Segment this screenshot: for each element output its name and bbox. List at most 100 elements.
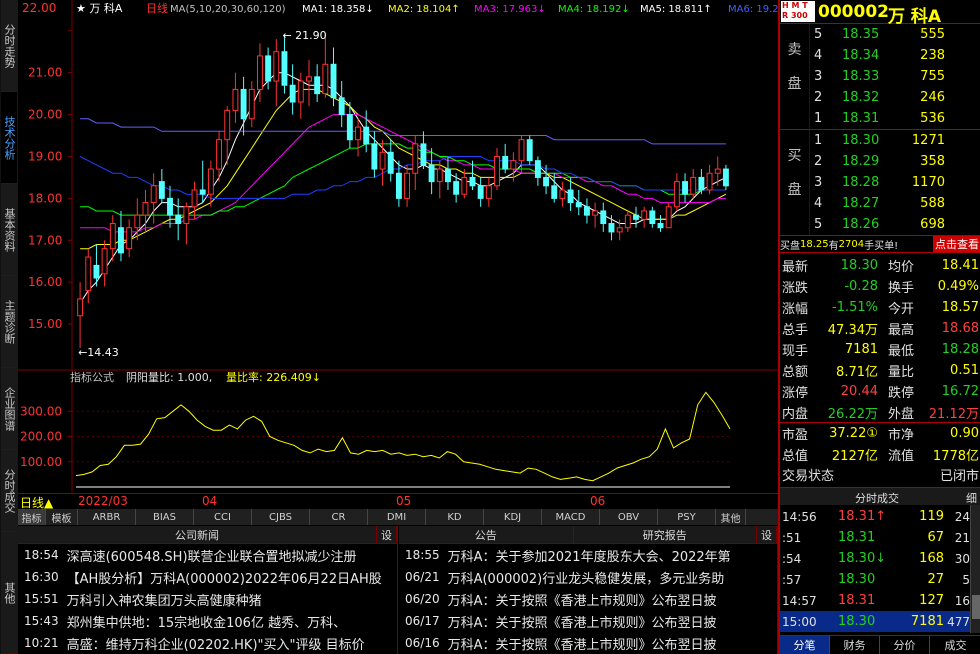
tab-fundamentals[interactable]: 基本资料 xyxy=(1,184,17,276)
company-news-settings[interactable]: 设 xyxy=(377,526,397,543)
tab-arbr[interactable]: ARBR xyxy=(78,509,136,525)
announcements-header[interactable]: 公告 xyxy=(399,526,574,543)
candle-body xyxy=(387,151,394,174)
tab-psy[interactable]: PSY xyxy=(658,509,716,525)
tick-volume: 119 xyxy=(919,509,944,524)
news-item[interactable]: 18:54 深高速(600548.SH)联营企业联合置地拟减少注册 xyxy=(18,544,397,566)
stat-value: 8.71亿 xyxy=(836,365,878,380)
ma4-value: MA4: 18.192↓ xyxy=(558,4,630,15)
tab-other-indicators[interactable]: 其他 xyxy=(716,509,746,525)
announcement-item[interactable]: 06/20 万科A：关于按照《香港上市规则》公布翌日披 xyxy=(399,588,777,610)
announcement-item[interactable]: 18:55 万科A：关于参加2021年度股东大会、2022年第 xyxy=(399,544,777,566)
tab-intraday[interactable]: 分时走势 xyxy=(1,0,17,92)
sell-level-row[interactable]: 3 18.33 755 xyxy=(780,66,980,87)
tab-bias[interactable]: BIAS xyxy=(136,509,194,525)
tab-macd[interactable]: MACD xyxy=(542,509,600,525)
buy-level-row[interactable]: 5 18.26 698 xyxy=(780,214,980,235)
tick-row[interactable]: :51 18.31 67 21 xyxy=(780,527,970,548)
announcement-item[interactable]: 06/16 万科A：关于按照《香港上市规则》公布翌日披 xyxy=(399,632,777,654)
tick-row[interactable]: 15:00 18.30 7181 477 xyxy=(780,611,970,632)
click-view-button[interactable]: 点击查看 xyxy=(933,236,980,252)
level-volume: 1170 xyxy=(911,175,945,190)
news-item[interactable]: 15:51 万科引入神农集团万头高健康种猪 xyxy=(18,588,397,610)
candle-body xyxy=(469,176,476,187)
tick-price: 18.31 xyxy=(838,593,876,608)
stat-row: 市盈 37.22① 市净 0.90 xyxy=(780,423,980,444)
tab-template[interactable]: 模板 xyxy=(46,509,78,525)
stat-label: 跌停 xyxy=(888,386,915,401)
tab-company-map[interactable]: 企业图谱 xyxy=(1,368,17,450)
period-label[interactable]: 日线 xyxy=(146,1,168,15)
buy-level-row[interactable]: 4 18.27 588 xyxy=(780,193,980,214)
tab-obv[interactable]: OBV xyxy=(600,509,658,525)
indicator-tab-bar: 指标 模板 ARBR BIAS CCI CJBS CR DMI KD KDJ M… xyxy=(18,509,778,525)
news-item[interactable]: 10:21 高盛：维持万科企业(02202.HK)"买入"评级 目标价 xyxy=(18,632,397,654)
hmt-badge[interactable]: H M T R 300 xyxy=(781,1,815,22)
level-volume: 1271 xyxy=(911,133,945,148)
tab-dmi[interactable]: DMI xyxy=(368,509,426,525)
news-item[interactable]: 15:43 郑州集中供地：15宗地收金106亿 越秀、万科、 xyxy=(18,610,397,632)
tab-price-dist[interactable]: 分价 xyxy=(880,636,930,654)
sell-level-row[interactable]: 4 18.34 238 xyxy=(780,45,980,66)
announcement-item[interactable]: 06/17 万科A：关于按照《香港上市规则》公布翌日披 xyxy=(399,610,777,632)
candle-body xyxy=(126,227,133,250)
candle-body xyxy=(183,206,190,225)
tab-ticks[interactable]: 分时成交 xyxy=(1,450,17,532)
sell-level-row[interactable]: 1 18.31 536 xyxy=(780,108,980,129)
tab-finance[interactable]: 财务 xyxy=(830,636,880,654)
tab-technical[interactable]: 技术分析 xyxy=(1,92,17,184)
research-header[interactable]: 研究报告 xyxy=(574,526,758,543)
tick-volume: 27 xyxy=(927,572,944,587)
tab-diagnosis[interactable]: 主题诊断 xyxy=(1,276,17,368)
buy-level-row[interactable]: 3 18.28 1170 xyxy=(780,172,980,193)
stat-value: 18.28 xyxy=(941,342,979,357)
stat-row: 总额 8.71亿 量比 0.51 xyxy=(780,360,980,381)
candle-body xyxy=(485,185,492,199)
sell-level-row[interactable]: 2 18.32 246 xyxy=(780,87,980,108)
stat-row: 现手 7181 最低 18.28 xyxy=(780,339,980,360)
buy-level-row[interactable]: 2 18.29 358 xyxy=(780,151,980,172)
sell-level-row[interactable]: 5 18.35 555 xyxy=(780,24,980,45)
xaxis-label-3: 06 xyxy=(590,494,606,508)
ticks-scrollbar[interactable] xyxy=(970,505,980,633)
ma60-line xyxy=(79,156,726,199)
ticks-fine-button[interactable]: 细 xyxy=(966,490,977,506)
kline-chart[interactable]: 21.00 20.00 19.00 18.00 17.00 16.00 15.00 300.… xyxy=(18,0,778,493)
tab-ticks-detail[interactable]: 分笔 xyxy=(780,636,830,654)
quote-panel: H M T R 300 000002 万 科A 卖 盘 5 18.35 555 4 18… xyxy=(779,0,980,654)
tab-kd[interactable]: KD xyxy=(426,509,484,525)
candle-body xyxy=(665,206,672,229)
buy-level-row[interactable]: 1 18.30 1271 xyxy=(780,130,980,151)
tick-row[interactable]: 14:57 18.31 127 16 xyxy=(780,590,970,611)
tab-other[interactable]: 其他 xyxy=(1,532,17,654)
tab-volume[interactable]: 成交 xyxy=(930,636,980,654)
tab-cjbs[interactable]: CJBS xyxy=(252,509,310,525)
tab-cci[interactable]: CCI xyxy=(194,509,252,525)
tick-price: 18.30 xyxy=(838,614,876,629)
tick-volume: 67 xyxy=(927,530,944,545)
tick-row[interactable]: :54 18.30↓ 168 30 xyxy=(780,548,970,569)
tick-time: 15:00 xyxy=(782,614,817,629)
company-news-header[interactable]: 公司新闻 xyxy=(18,526,378,543)
announcement-item[interactable]: 06/21 万科A(000002)行业龙头稳健发展，多元业务助 xyxy=(399,566,777,588)
candle-body xyxy=(77,298,84,317)
tick-row[interactable]: 14:56 18.31↑ 119 24 xyxy=(780,506,970,527)
ma-params: MA(5,10,20,30,60,120) xyxy=(170,4,286,15)
tick-time: :57 xyxy=(782,572,802,587)
news-item[interactable]: 16:30 【AH股分析】万科A(000002)2022年06月22日AH股 xyxy=(18,566,397,588)
tick-time: :54 xyxy=(782,551,802,566)
tab-indicator[interactable]: 指标 xyxy=(18,509,46,525)
candle-body xyxy=(698,176,705,191)
level-volume: 588 xyxy=(920,196,945,211)
level-number: 5 xyxy=(814,217,823,232)
tick-row[interactable]: :57 18.30 27 5 xyxy=(780,569,970,590)
tab-kdj[interactable]: KDJ xyxy=(484,509,542,525)
stat-row: 涨停 20.44 跌停 16.72 xyxy=(780,381,980,402)
candle-body xyxy=(633,214,639,220)
candle-body xyxy=(461,176,468,195)
ticks-header-title[interactable]: 分时成交 xyxy=(855,490,899,506)
candle-body xyxy=(575,202,582,208)
research-settings[interactable]: 设 xyxy=(757,526,777,543)
candle-body xyxy=(199,189,206,195)
tab-cr[interactable]: CR xyxy=(310,509,368,525)
